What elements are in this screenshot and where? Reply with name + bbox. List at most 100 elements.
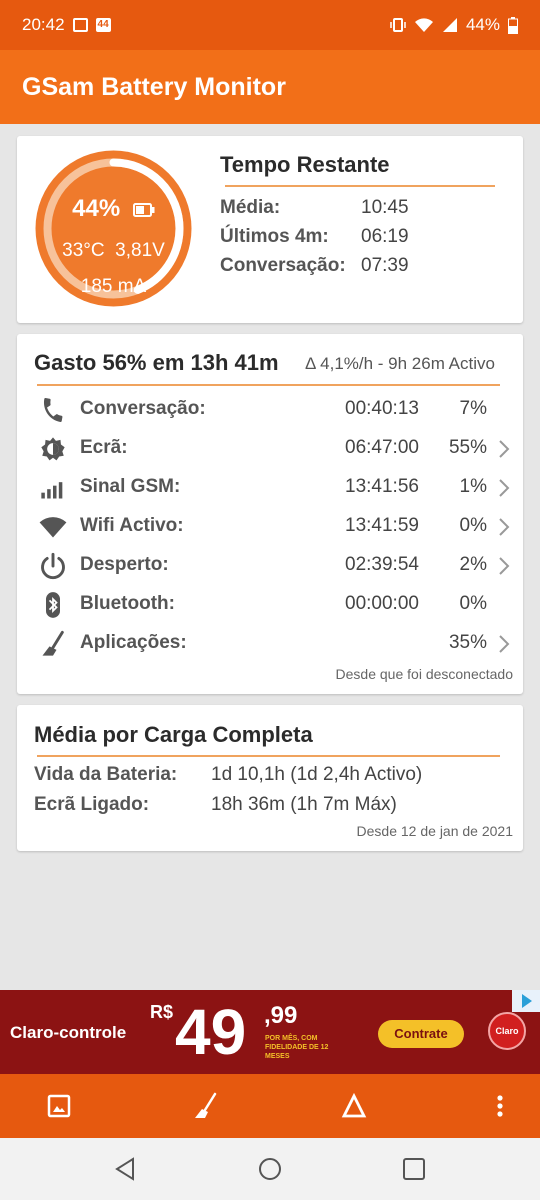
time-remaining-row: Conversação: 07:39 bbox=[220, 255, 409, 277]
full-charge-card: Média por Carga Completa Vida da Bateria… bbox=[17, 705, 523, 851]
power-icon bbox=[41, 552, 65, 580]
usage-card: Gasto 56% em 13h 41m Δ 4,1%/h - 9h 26m A… bbox=[17, 334, 523, 694]
ad-fine-print: POR MÊS, COM FIDELIDADE DE 12 MESES bbox=[265, 1035, 329, 1060]
usage-label: Ecrã: bbox=[80, 437, 128, 458]
usage-row-cell-signal[interactable]: Sinal GSM: 13:41:56 1% bbox=[17, 468, 523, 507]
ad-brand: Claro-controle bbox=[10, 1023, 127, 1042]
bluetooth-icon bbox=[46, 592, 60, 618]
divider bbox=[37, 384, 500, 386]
time-remaining-title: Tempo Restante bbox=[220, 152, 390, 177]
usage-footer: Desde que foi desconectado bbox=[335, 666, 513, 682]
ad-banner[interactable]: Claro-controle R$ 49 ,99 POR MÊS, COM FI… bbox=[0, 990, 540, 1074]
image-icon[interactable] bbox=[45, 1092, 73, 1120]
usage-percent: 55% bbox=[448, 437, 487, 458]
chevron-right-icon[interactable] bbox=[496, 634, 512, 654]
row-value: 10:45 bbox=[361, 197, 409, 218]
row-value: 18h 36m (1h 7m Máx) bbox=[211, 794, 397, 815]
recents-icon[interactable] bbox=[400, 1155, 428, 1183]
delta-icon[interactable] bbox=[340, 1092, 368, 1120]
divider bbox=[37, 755, 500, 757]
full-charge-row: Ecrã Ligado: 18h 36m (1h 7m Máx) bbox=[34, 794, 397, 816]
screen-brightness-icon bbox=[41, 437, 65, 461]
system-nav-bar bbox=[0, 1138, 540, 1200]
usage-time: 06:47:00 bbox=[345, 437, 419, 458]
usage-rate: Δ 4,1%/h - 9h 26m Activo bbox=[305, 354, 495, 373]
usage-time: 00:00:00 bbox=[345, 593, 419, 614]
wifi-icon bbox=[39, 517, 67, 538]
app-bar: GSam Battery Monitor bbox=[0, 50, 540, 124]
time-remaining-row: Média: 10:45 bbox=[220, 197, 409, 219]
usage-percent: 0% bbox=[459, 593, 487, 614]
home-icon[interactable] bbox=[256, 1155, 284, 1183]
usage-time: 13:41:56 bbox=[345, 476, 419, 497]
usage-time: 00:40:13 bbox=[345, 398, 419, 419]
cell-signal-icon bbox=[41, 482, 63, 499]
gauge-current: 185 mA bbox=[80, 276, 147, 297]
battery-summary-card[interactable]: 44% 33°C 3,81V 185 mA Tempo Restante Méd… bbox=[17, 136, 523, 323]
battery-icon bbox=[132, 202, 155, 217]
chevron-right-icon[interactable] bbox=[496, 439, 512, 459]
bottom-action-bar bbox=[0, 1074, 540, 1138]
row-value: 1d 10,1h (1d 2,4h Activo) bbox=[211, 764, 423, 785]
full-charge-title: Média por Carga Completa bbox=[34, 722, 313, 747]
usage-percent: 1% bbox=[459, 476, 487, 497]
usage-row-awake[interactable]: Desperto: 02:39:54 2% bbox=[17, 546, 523, 585]
divider bbox=[225, 185, 495, 187]
chevron-right-icon[interactable] bbox=[496, 478, 512, 498]
chevron-right-icon[interactable] bbox=[496, 556, 512, 576]
usage-percent: 35% bbox=[448, 632, 487, 653]
broom-icon[interactable] bbox=[191, 1092, 219, 1120]
ad-cta-button[interactable]: Contrate bbox=[378, 1020, 464, 1048]
time-remaining-row: Últimos 4m: 06:19 bbox=[220, 226, 409, 248]
usage-row-call[interactable]: Conversação: 00:40:13 7% bbox=[17, 390, 523, 429]
row-label: Vida da Bateria: bbox=[34, 764, 178, 785]
gauge-percent: 44% bbox=[72, 195, 121, 222]
gauge-readout: 44% 33°C 3,81V 185 mA bbox=[35, 150, 192, 307]
status-time: 20:42 bbox=[22, 15, 65, 34]
row-label: Últimos 4m: bbox=[220, 226, 329, 247]
usage-percent: 2% bbox=[459, 554, 487, 575]
chevron-right-icon[interactable] bbox=[496, 517, 512, 537]
usage-label: Wifi Activo: bbox=[80, 515, 184, 536]
usage-time: 02:39:54 bbox=[345, 554, 419, 575]
usage-time: 13:41:59 bbox=[345, 515, 419, 536]
row-value: 06:19 bbox=[361, 226, 409, 247]
row-label: Média: bbox=[220, 197, 281, 218]
ad-logo: Claro bbox=[488, 1012, 526, 1050]
status-bar: 20:42 44 44% bbox=[0, 0, 540, 50]
usage-percent: 7% bbox=[459, 398, 487, 419]
full-charge-footer: Desde 12 de jan de 2021 bbox=[356, 823, 513, 839]
phone-icon bbox=[43, 398, 63, 422]
usage-label: Sinal GSM: bbox=[80, 476, 181, 497]
more-vert-icon[interactable] bbox=[486, 1092, 514, 1120]
row-label: Conversação: bbox=[220, 255, 346, 276]
image-icon bbox=[72, 18, 88, 32]
row-value: 07:39 bbox=[361, 255, 409, 276]
wifi-icon bbox=[414, 18, 433, 32]
back-icon[interactable] bbox=[112, 1155, 140, 1183]
vibrate-icon bbox=[390, 18, 406, 32]
usage-row-wifi[interactable]: Wifi Activo: 13:41:59 0% bbox=[17, 507, 523, 546]
status-battery-text: 44% bbox=[465, 15, 500, 34]
broom-icon bbox=[42, 630, 64, 656]
app-badge-icon: 44 bbox=[95, 18, 111, 32]
row-label: Ecrã Ligado: bbox=[34, 794, 150, 815]
signal-icon bbox=[442, 18, 457, 32]
usage-label: Aplicações: bbox=[80, 632, 187, 653]
usage-row-apps[interactable]: Aplicações: 35% bbox=[17, 624, 523, 663]
app-title: GSam Battery Monitor bbox=[22, 72, 286, 101]
usage-percent: 0% bbox=[459, 515, 487, 536]
ad-choices-icon[interactable] bbox=[512, 990, 540, 1012]
gauge-voltage: 3,81V bbox=[115, 240, 165, 261]
battery-icon bbox=[508, 16, 518, 34]
usage-label: Conversação: bbox=[80, 398, 206, 419]
ad-cents: ,99 bbox=[264, 1002, 298, 1029]
usage-row-screen[interactable]: Ecrã: 06:47:00 55% bbox=[17, 429, 523, 468]
usage-label: Bluetooth: bbox=[80, 593, 175, 614]
ad-price: 49 bbox=[175, 996, 247, 1068]
usage-label: Desperto: bbox=[80, 554, 169, 575]
usage-title: Gasto 56% em 13h 41m bbox=[34, 350, 279, 375]
usage-row-bluetooth[interactable]: Bluetooth: 00:00:00 0% bbox=[17, 585, 523, 624]
ad-currency: R$ bbox=[150, 1002, 174, 1022]
gauge-temperature: 33°C bbox=[62, 240, 105, 261]
